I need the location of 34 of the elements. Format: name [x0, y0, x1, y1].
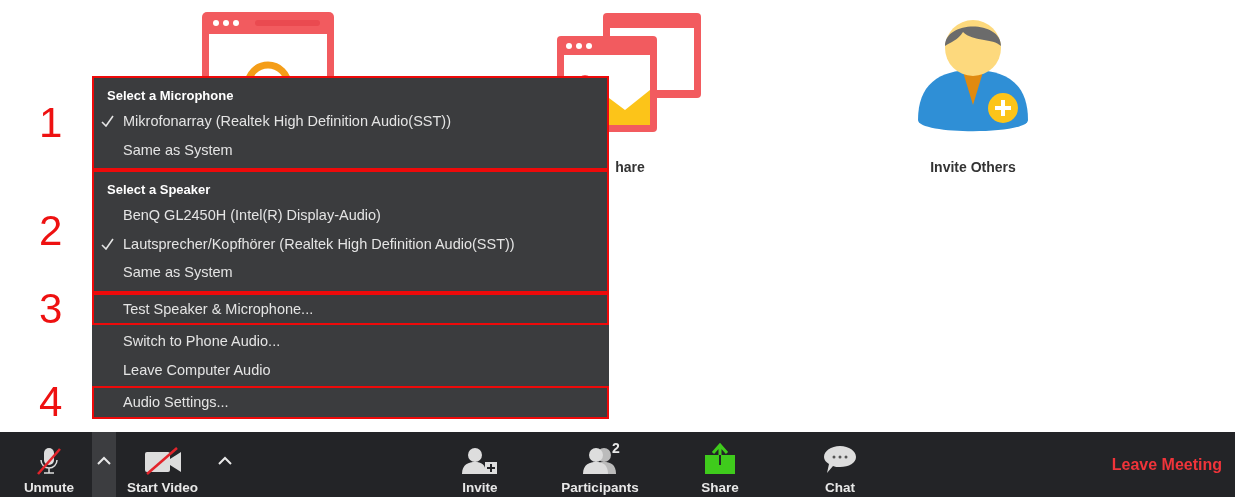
- menu-item[interactable]: Same as System: [94, 135, 607, 164]
- menu-header: Select a Microphone: [106, 86, 235, 105]
- toolbar-button[interactable]: Chat: [790, 432, 890, 497]
- muted-camera-icon: [143, 447, 182, 475]
- muted-microphone-icon: [36, 447, 62, 475]
- caret-icon: [97, 456, 111, 465]
- menu-item[interactable]: Test Speaker & Microphone...: [94, 294, 607, 323]
- person-plus-icon: [461, 447, 499, 475]
- start-video-button[interactable]: Start Video: [120, 432, 205, 497]
- menu-item[interactable]: Same as System: [94, 258, 607, 287]
- tile-label: hare: [615, 159, 645, 175]
- menu-item[interactable]: Mikrofonarray (Realtek High Definition Audio(SST)): [94, 107, 607, 136]
- menu-item[interactable]: Leave Computer Audio: [94, 355, 607, 384]
- caret-icon: [218, 456, 232, 465]
- unmute-button[interactable]: Unmute: [10, 432, 88, 497]
- participant-count: 2: [612, 440, 620, 456]
- annotation-number: 1: [39, 102, 63, 144]
- toolbar-button[interactable]: Share: [670, 432, 770, 497]
- leave-meeting-button[interactable]: Leave Meeting: [1111, 432, 1222, 497]
- annotation-number: 3: [39, 287, 63, 330]
- chat-bubble-icon: [823, 445, 857, 475]
- menu-header: Select a Speaker: [106, 180, 212, 199]
- caret-button[interactable]: [92, 432, 116, 497]
- toolbar-button[interactable]: Participants 2: [550, 432, 650, 497]
- annotation-number: 4: [39, 381, 63, 424]
- menu-item[interactable]: Audio Settings...: [94, 388, 607, 417]
- menu-item[interactable]: BenQ GL2450H (Intel(R) Display-Audio): [94, 201, 607, 230]
- upload-icon: [704, 443, 736, 475]
- tile-label: Invite Others: [930, 159, 1016, 175]
- toolbar-button[interactable]: Invite: [430, 432, 530, 497]
- annotation-number: 2: [39, 210, 63, 253]
- headphone-window-icon: [200, 10, 336, 76]
- menu-item[interactable]: Switch to Phone Audio...: [94, 327, 607, 356]
- menu-item[interactable]: Lautsprecher/Kopfhörer (Realtek High Definition Audio(SST)): [94, 229, 607, 258]
